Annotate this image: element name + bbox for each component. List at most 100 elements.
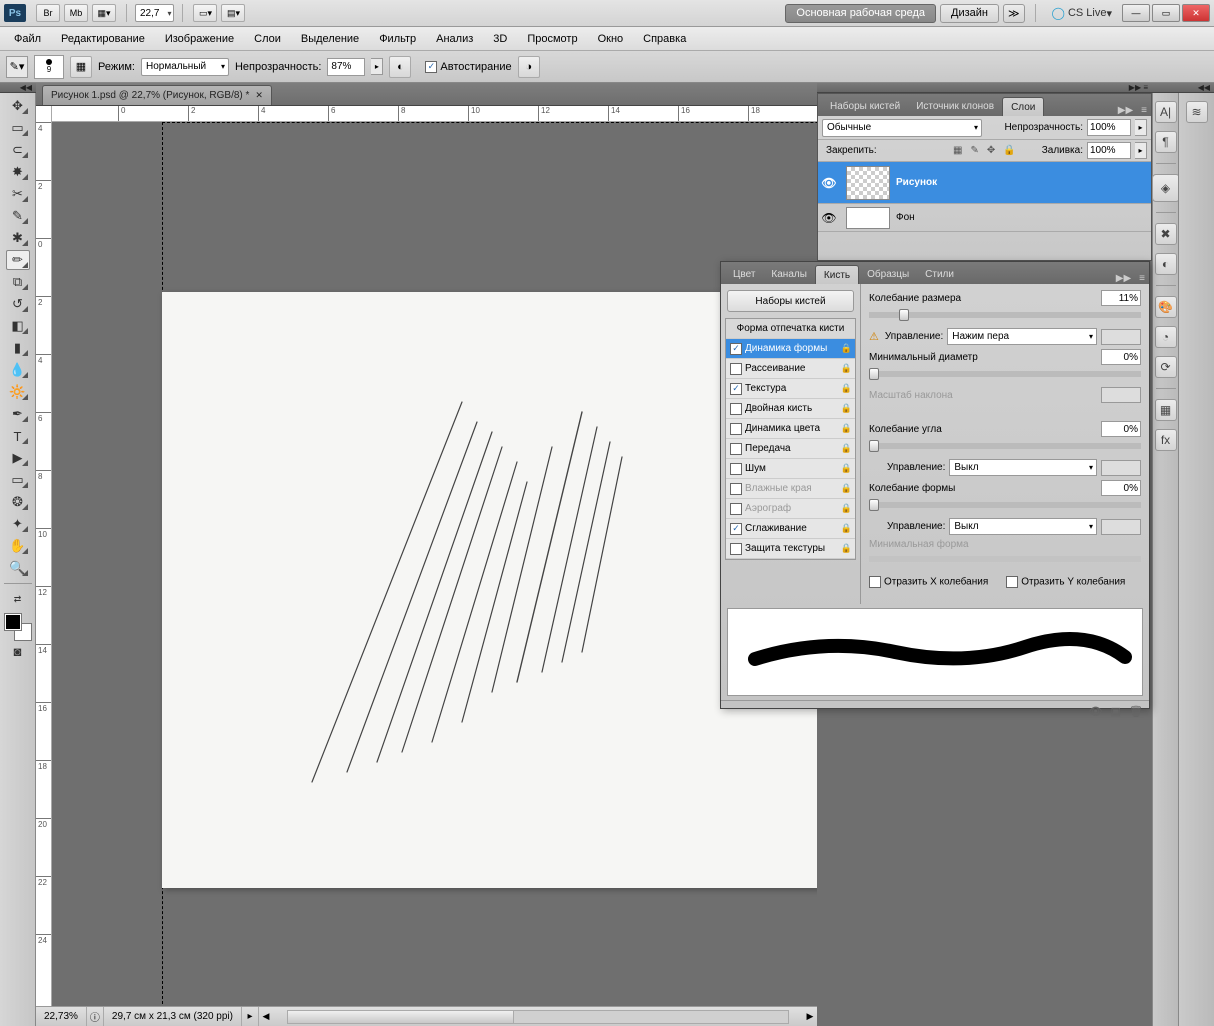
swap-colors-icon[interactable]: ⇄ bbox=[6, 589, 30, 609]
brush-opt-checkbox[interactable] bbox=[730, 543, 742, 555]
lock-transparency-icon[interactable]: ▦ bbox=[953, 145, 962, 156]
bridge-button[interactable]: Br bbox=[36, 4, 60, 22]
panel-menu-icon[interactable]: ≡ bbox=[1135, 273, 1149, 284]
close-tab-icon[interactable]: ✕ bbox=[255, 90, 263, 101]
status-info-icon[interactable]: ⓘ bbox=[87, 1007, 104, 1026]
menu-Анализ[interactable]: Анализ bbox=[426, 30, 483, 48]
eyedropper-tool[interactable]: ✎ bbox=[6, 206, 30, 226]
brushes-dock-icon[interactable]: ≋ bbox=[1186, 101, 1208, 123]
flipy-checkbox[interactable] bbox=[1006, 576, 1018, 588]
lock-icon[interactable]: 🔒 bbox=[841, 383, 852, 394]
adjust-panel-icon[interactable]: ✖ bbox=[1155, 223, 1177, 245]
para-panel-icon[interactable]: ¶ bbox=[1155, 131, 1177, 153]
layer-row[interactable]: 👁 Фон bbox=[818, 204, 1151, 232]
lock-icon[interactable]: 🔒 bbox=[841, 543, 852, 554]
panel-collapse-icon[interactable]: ▶▶ bbox=[1112, 273, 1135, 284]
styles-panel-icon[interactable]: ⟳ bbox=[1155, 356, 1177, 378]
layers-dock-icon[interactable]: ◈ bbox=[1152, 174, 1180, 202]
nav-panel-icon[interactable]: ▦ bbox=[1155, 399, 1177, 421]
panel-menu-icon[interactable]: ≡ bbox=[1137, 105, 1151, 116]
marquee-tool[interactable]: ▭ bbox=[6, 118, 30, 138]
eraser-tool[interactable]: ◧ bbox=[6, 316, 30, 336]
tab-channels[interactable]: Каналы bbox=[763, 265, 815, 284]
brush-opt-2[interactable]: ✓Текстура🔒 bbox=[726, 379, 855, 399]
size-jitter-value[interactable]: 11% bbox=[1101, 290, 1141, 306]
shape-tool[interactable]: ▭ bbox=[6, 470, 30, 490]
pencil-tool[interactable]: ✏ bbox=[6, 250, 30, 270]
tab-color[interactable]: Цвет bbox=[725, 265, 763, 284]
menu-Справка[interactable]: Справка bbox=[633, 30, 696, 48]
quickselect-tool[interactable]: ✸ bbox=[6, 162, 30, 182]
pen-tool[interactable]: ✒ bbox=[6, 404, 30, 424]
screen-mode-button[interactable]: ▦▾ bbox=[92, 4, 116, 22]
layer-name[interactable]: Рисунок bbox=[896, 177, 937, 188]
brush-opt-10[interactable]: Защита текстуры🔒 bbox=[726, 539, 855, 559]
crop-tool[interactable]: ✂ bbox=[6, 184, 30, 204]
delete-preset-icon[interactable]: 🗑 bbox=[1129, 705, 1143, 718]
canvas-area[interactable] bbox=[52, 122, 817, 1006]
layer-fill-popup[interactable]: ▸ bbox=[1135, 142, 1147, 159]
brush-opt-checkbox[interactable]: ✓ bbox=[730, 523, 742, 535]
blend-mode-combo[interactable]: Обычные bbox=[822, 119, 982, 137]
lock-icon[interactable]: 🔒 bbox=[841, 403, 852, 414]
lock-all-icon[interactable]: 🔒 bbox=[1003, 145, 1015, 156]
angle-jitter-value[interactable]: 0% bbox=[1101, 421, 1141, 437]
tab-layers[interactable]: Слои bbox=[1002, 97, 1044, 116]
roundness-control-combo[interactable]: Выкл bbox=[949, 518, 1097, 535]
brush-opt-checkbox[interactable]: ✓ bbox=[730, 343, 742, 355]
workspace-essentials[interactable]: Основная рабочая среда bbox=[785, 4, 936, 23]
angle-jitter-slider[interactable] bbox=[869, 443, 1141, 449]
zoom-tool[interactable]: 🔍 bbox=[6, 558, 30, 578]
flipx-checkbox[interactable] bbox=[869, 576, 881, 588]
opacity-popup[interactable]: ▸ bbox=[371, 58, 383, 75]
brush-opt-checkbox[interactable]: ✓ bbox=[730, 383, 742, 395]
menu-Слои[interactable]: Слои bbox=[244, 30, 291, 48]
layer-row[interactable]: 👁 Рисунок bbox=[818, 162, 1151, 204]
brush-opt-9[interactable]: ✓Сглаживание🔒 bbox=[726, 519, 855, 539]
brush-opt-4[interactable]: Динамика цвета🔒 bbox=[726, 419, 855, 439]
swatch-panel-icon[interactable]: ◔ bbox=[1155, 326, 1177, 348]
visibility-icon[interactable]: 👁 bbox=[818, 176, 840, 190]
brush-opt-checkbox[interactable] bbox=[730, 403, 742, 415]
visibility-icon[interactable]: 👁 bbox=[818, 211, 840, 225]
ruler-vertical[interactable]: 42024681012141618202224 bbox=[36, 106, 52, 1006]
tab-brush-presets[interactable]: Наборы кистей bbox=[822, 97, 908, 116]
brush-opt-checkbox[interactable] bbox=[730, 423, 742, 435]
status-dimensions[interactable]: 29,7 см x 21,3 см (320 ppi) bbox=[104, 1007, 242, 1026]
status-zoom[interactable]: 22,73% bbox=[36, 1007, 87, 1026]
menu-Редактирование[interactable]: Редактирование bbox=[51, 30, 155, 48]
layer-name[interactable]: Фон bbox=[896, 212, 915, 223]
opacity-input[interactable]: 87% bbox=[327, 58, 365, 76]
cslive-button[interactable]: CS Live ▾ bbox=[1052, 6, 1113, 20]
char-panel-icon[interactable]: A| bbox=[1155, 101, 1177, 123]
hand-tool[interactable]: ✋ bbox=[6, 536, 30, 556]
new-preset-icon[interactable]: ▣ bbox=[1111, 705, 1121, 718]
roundness-jitter-slider[interactable] bbox=[869, 502, 1141, 508]
size-control-combo[interactable]: Нажим пера bbox=[947, 328, 1097, 345]
close-button[interactable]: ✕ bbox=[1182, 4, 1210, 22]
mask-panel-icon[interactable]: ◐ bbox=[1155, 253, 1177, 275]
lock-icon[interactable]: 🔒 bbox=[841, 523, 852, 534]
brush-presets-button[interactable]: Наборы кистей bbox=[727, 290, 854, 312]
3d-tool[interactable]: ❂ bbox=[6, 492, 30, 512]
lock-icon[interactable]: 🔒 bbox=[841, 363, 852, 374]
tab-clone-source[interactable]: Источник клонов bbox=[908, 97, 1002, 116]
tool-indicator[interactable]: ✎▾ bbox=[6, 56, 28, 78]
brush-opt-checkbox[interactable] bbox=[730, 363, 742, 375]
brush-opt-3[interactable]: Двойная кисть🔒 bbox=[726, 399, 855, 419]
canvas-page[interactable] bbox=[162, 292, 817, 888]
toolbox-collapse[interactable]: ◀◀ bbox=[0, 83, 36, 93]
lock-icon[interactable]: 🔒 bbox=[841, 423, 852, 434]
scroll-right-icon[interactable]: ▶ bbox=[803, 1011, 817, 1022]
menu-Фильтр[interactable]: Фильтр bbox=[369, 30, 426, 48]
brush-opt-checkbox[interactable] bbox=[730, 463, 742, 475]
zoom-combo[interactable]: 22,7 bbox=[135, 4, 174, 22]
brush-tip-shape[interactable]: Форма отпечатка кисти bbox=[726, 319, 855, 339]
document-tab[interactable]: Рисунок 1.psd @ 22,7% (Рисунок, RGB/8) *… bbox=[42, 85, 272, 105]
layer-fill-input[interactable]: 100% bbox=[1087, 142, 1131, 159]
menu-Выделение[interactable]: Выделение bbox=[291, 30, 369, 48]
workspace-more[interactable]: ≫ bbox=[1003, 4, 1025, 23]
layers-collapse[interactable]: ▶▶ ≡ bbox=[817, 83, 1152, 93]
tab-swatches[interactable]: Образцы bbox=[859, 265, 917, 284]
lasso-tool[interactable]: ⊂ bbox=[6, 140, 30, 160]
